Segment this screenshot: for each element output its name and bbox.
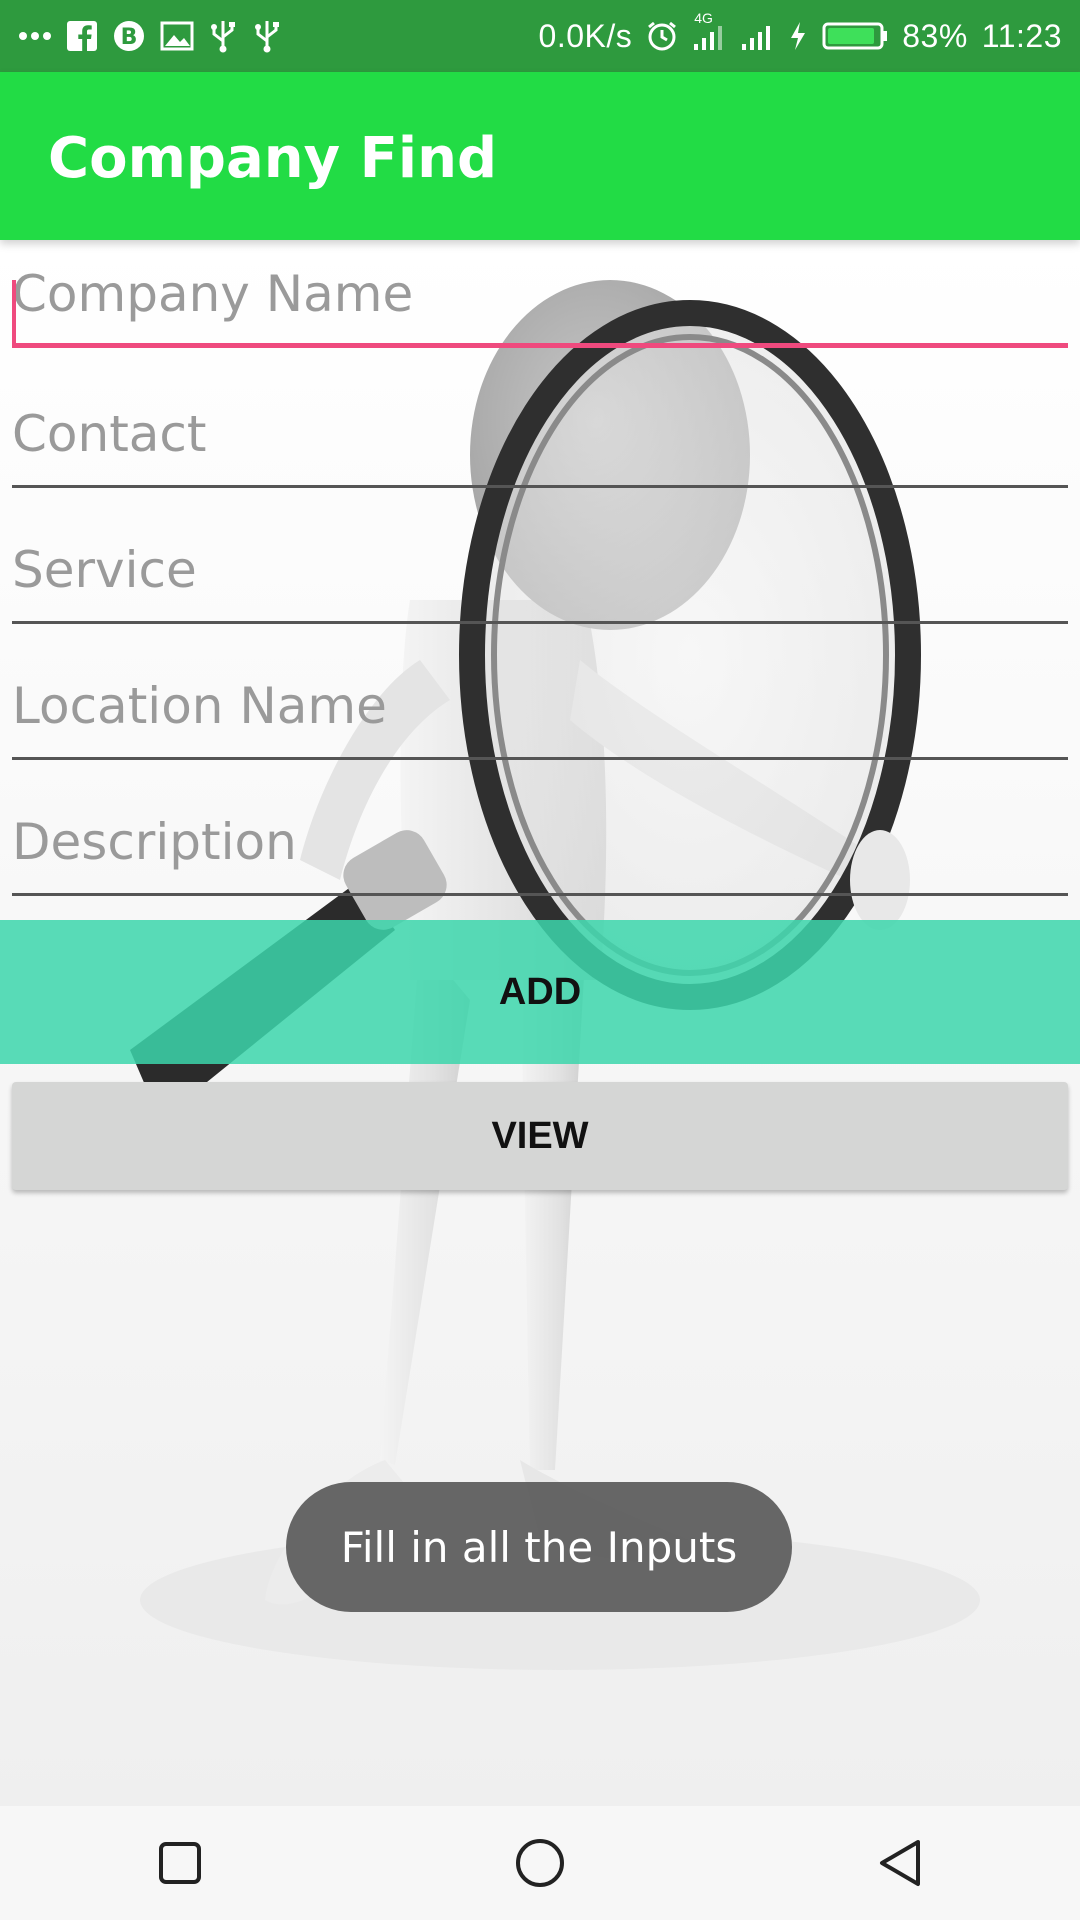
description-field[interactable] xyxy=(12,800,1068,896)
recents-square-icon xyxy=(159,1842,201,1884)
service-input[interactable] xyxy=(12,528,1068,612)
home-button[interactable] xyxy=(480,1806,600,1920)
alarm-icon xyxy=(646,20,678,52)
usb-icon xyxy=(252,19,282,53)
service-field[interactable] xyxy=(12,528,1068,624)
recents-button[interactable] xyxy=(120,1806,240,1920)
location-name-field[interactable] xyxy=(12,664,1068,760)
toast-text: Fill in all the Inputs xyxy=(340,1522,738,1572)
add-button-label: ADD xyxy=(498,970,582,1013)
status-left: B xyxy=(18,19,282,53)
field-underline xyxy=(12,757,1068,760)
text-cursor xyxy=(12,280,16,344)
contact-field[interactable] xyxy=(12,392,1068,488)
description-input[interactable] xyxy=(12,800,1068,884)
gallery-icon xyxy=(160,21,194,51)
app-title: Company Find xyxy=(48,126,498,191)
navigation-bar xyxy=(0,1806,1080,1920)
contact-input[interactable] xyxy=(12,392,1068,476)
view-button-label: VIEW xyxy=(491,1114,589,1157)
company-name-input[interactable] xyxy=(12,252,1068,336)
status-bar: B 0.0K/s 4G 83% 11:23 xyxy=(0,0,1080,72)
status-right: 0.0K/s 4G 83% 11:23 xyxy=(538,10,1062,55)
view-button[interactable]: VIEW xyxy=(12,1082,1068,1190)
back-button[interactable] xyxy=(840,1806,960,1920)
add-button[interactable]: ADD xyxy=(0,920,1080,1064)
signal-icon xyxy=(740,20,774,52)
field-underline xyxy=(12,343,1068,348)
more-dots-icon xyxy=(18,31,52,41)
home-circle-icon xyxy=(516,1839,564,1887)
toast-message: Fill in all the Inputs xyxy=(286,1482,792,1612)
battery-icon xyxy=(822,20,888,52)
charging-icon xyxy=(788,20,808,52)
bitcoin-icon: B xyxy=(112,19,146,53)
facebook-icon xyxy=(66,20,98,52)
usb-icon xyxy=(208,19,238,53)
signal-4g-icon: 4G xyxy=(692,10,726,52)
screen: B 0.0K/s 4G 83% 11:23 Company Find Compa… xyxy=(0,0,1080,1920)
svg-text:B: B xyxy=(121,25,138,50)
field-underline xyxy=(12,893,1068,896)
company-name-field[interactable] xyxy=(12,252,1068,348)
network-speed: 0.0K/s xyxy=(538,17,633,54)
back-triangle-icon xyxy=(880,1840,920,1886)
field-underline xyxy=(12,485,1068,488)
field-underline xyxy=(12,621,1068,624)
app-bar: Company Find xyxy=(0,72,1080,240)
battery-percent: 83% xyxy=(902,17,968,54)
location-name-input[interactable] xyxy=(12,664,1068,748)
network-type-label: 4G xyxy=(694,10,713,26)
clock: 11:23 xyxy=(981,17,1062,54)
